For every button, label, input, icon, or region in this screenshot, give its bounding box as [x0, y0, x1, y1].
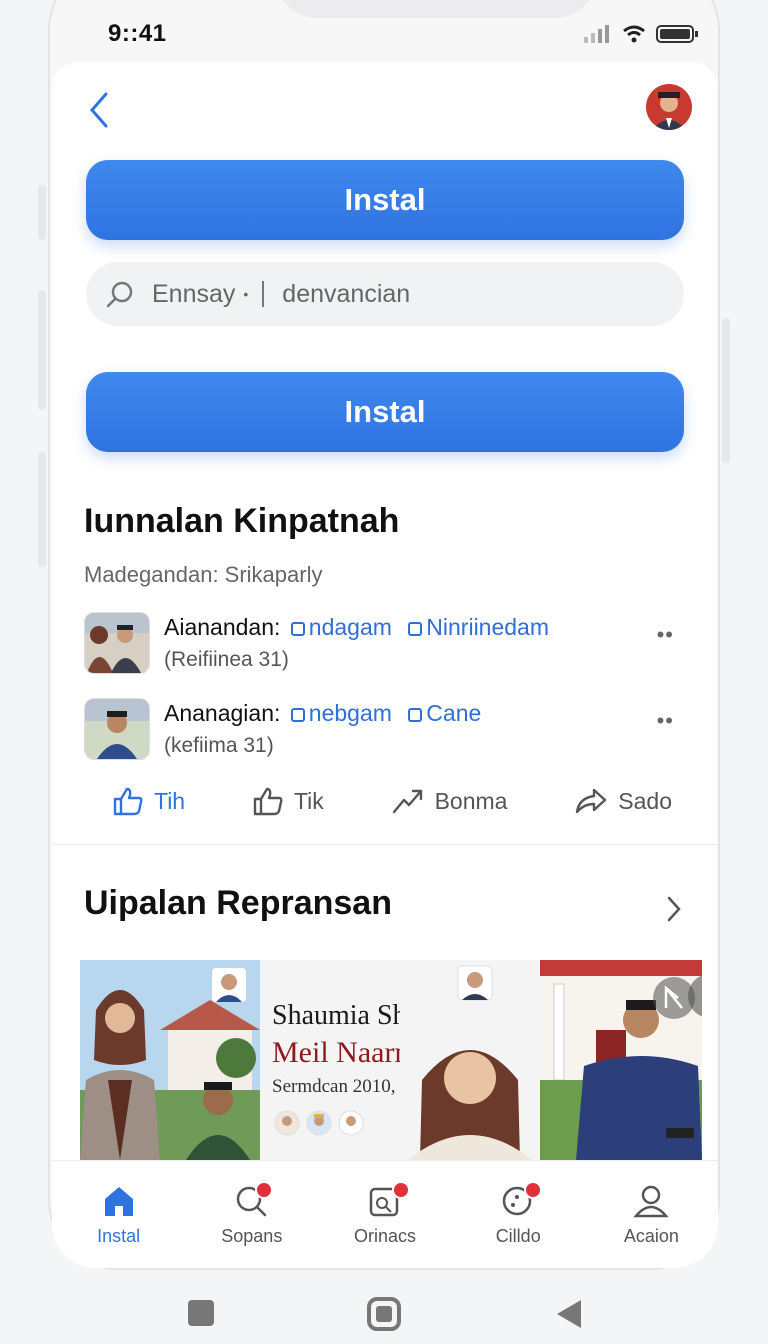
install-button-bottom[interactable]: Instal	[86, 372, 684, 452]
tab-label: Orinacs	[354, 1225, 417, 1246]
home-button[interactable]	[367, 1297, 401, 1331]
tab-acaion[interactable]: Acaion	[585, 1161, 718, 1268]
tag-icon	[290, 707, 305, 722]
list-item-tag[interactable]: Ninriinedam	[426, 614, 549, 640]
more-options-icon[interactable]: ••	[657, 622, 674, 648]
list-item[interactable]: Aianandan: ndagam Ninriinedam (Reifiinea…	[84, 612, 684, 682]
tag-icon	[290, 621, 305, 636]
status-icons	[584, 24, 700, 44]
tab-label: Acaion	[623, 1225, 679, 1246]
power-button[interactable]	[722, 318, 730, 463]
banner-photo-middle	[400, 960, 540, 1160]
battery-icon	[656, 25, 698, 43]
action-bar: Tih Tik Bonma Sado	[112, 786, 672, 816]
install-label: Instal	[344, 182, 426, 217]
back-arrow-icon[interactable]	[86, 90, 110, 130]
banner-title-line2: Meil Naarn	[272, 1036, 410, 1069]
tag-icon	[408, 707, 423, 722]
reply-label: Sado	[618, 787, 672, 814]
list-item-title: Aianandan: ndagam Ninriinedam	[164, 614, 549, 641]
list-item-tag[interactable]: Cane	[426, 700, 481, 726]
home-button-inner	[376, 1306, 392, 1322]
like-action[interactable]: Tih	[112, 786, 185, 816]
like-label: Tih	[154, 787, 186, 814]
tab-cilldo[interactable]: Cilldo	[452, 1161, 585, 1268]
notification-badge	[255, 1181, 274, 1199]
tab-orinacs[interactable]: Orinacs	[318, 1161, 451, 1268]
search-term: Ennsay	[152, 279, 236, 308]
avatar	[338, 1110, 364, 1136]
profile-icon	[633, 1185, 670, 1217]
avatar	[306, 1110, 332, 1136]
share-label: Bonma	[434, 787, 508, 814]
search-caret	[262, 281, 265, 307]
tag-icon	[408, 621, 423, 636]
wifi-icon	[623, 25, 645, 43]
list-item-thumbnail	[84, 612, 150, 674]
search-bar[interactable]: Ennsay • denvancian	[86, 262, 684, 326]
thumbs-up-outline-icon	[253, 787, 283, 816]
notch	[276, 0, 596, 18]
list-item-name: Aianandan:	[164, 614, 281, 640]
chevron-right-icon[interactable]	[664, 894, 684, 924]
bottom-tab-bar: Instal Sopans Orinacs Cilldo Acaion	[52, 1160, 718, 1268]
install-label: Instal	[344, 394, 426, 429]
search-input-value[interactable]: denvancian	[282, 280, 410, 309]
share-action[interactable]: Bonma	[391, 786, 508, 816]
banner-avatar-group	[274, 1110, 364, 1136]
share-arrow-icon	[392, 789, 422, 814]
notification-badge	[392, 1181, 411, 1199]
reply-action[interactable]: Sado	[574, 786, 672, 816]
like-alt-label: Tik	[293, 787, 324, 814]
list-item-tag[interactable]: nebgam	[309, 700, 392, 726]
install-button-top[interactable]: Instal	[86, 160, 684, 240]
volume-up-button[interactable]	[38, 185, 46, 240]
list-item-meta: (Reifiinea 31)	[164, 648, 289, 671]
tab-instal[interactable]: Instal	[52, 1161, 185, 1268]
list-item-tag[interactable]: ndagam	[309, 614, 392, 640]
status-time: 9::41	[108, 20, 167, 47]
system-nav-bar	[0, 1280, 768, 1344]
list-item-meta: (kefiima 31)	[164, 734, 274, 757]
list-item-title: Ananagian: nebgam Cane	[164, 700, 481, 727]
thumbs-up-icon	[113, 787, 143, 816]
volume-down-button[interactable]	[38, 290, 46, 410]
more-options-icon[interactable]: ••	[657, 708, 674, 734]
section-divider	[52, 844, 718, 845]
section-title: Iunnalan Kinpatnah	[84, 502, 400, 540]
back-button[interactable]	[555, 1298, 583, 1330]
mute-video-icon[interactable]	[652, 976, 696, 1020]
mute-switch[interactable]	[38, 452, 46, 567]
avatar	[274, 1110, 300, 1136]
notification-badge	[523, 1181, 542, 1199]
list-item[interactable]: Ananagian: nebgam Cane (kefiima 31) ••	[84, 698, 684, 768]
tab-label: Cilldo	[495, 1225, 541, 1246]
signal-icon	[584, 25, 609, 43]
list-item-name: Ananagian:	[164, 700, 281, 726]
tab-label: Instal	[97, 1225, 141, 1246]
user-avatar[interactable]	[646, 84, 692, 130]
featured-banner[interactable]: Shaumia Shri Meil Naarn Sermdcan 2010,	[80, 960, 702, 1160]
home-icon	[104, 1186, 133, 1216]
like-alt-action[interactable]: Tik	[252, 786, 324, 816]
app-screen: Instal Ennsay • denvancian Instal Iunnal…	[52, 62, 718, 1268]
tab-sopans[interactable]: Sopans	[185, 1161, 318, 1268]
recents-button[interactable]	[188, 1300, 214, 1326]
reply-icon	[576, 788, 607, 814]
banner-photo-left	[80, 960, 260, 1160]
section-subtitle: Madegandan: Srikaparly	[84, 562, 323, 587]
banner-date: Sermdcan 2010,	[272, 1076, 396, 1097]
section-title-2: Uipalan Repransan	[84, 884, 392, 922]
list-item-thumbnail	[84, 698, 150, 760]
search-icon	[106, 281, 133, 308]
search-separator-dot: •	[243, 286, 249, 302]
tab-label: Sopans	[221, 1225, 283, 1246]
